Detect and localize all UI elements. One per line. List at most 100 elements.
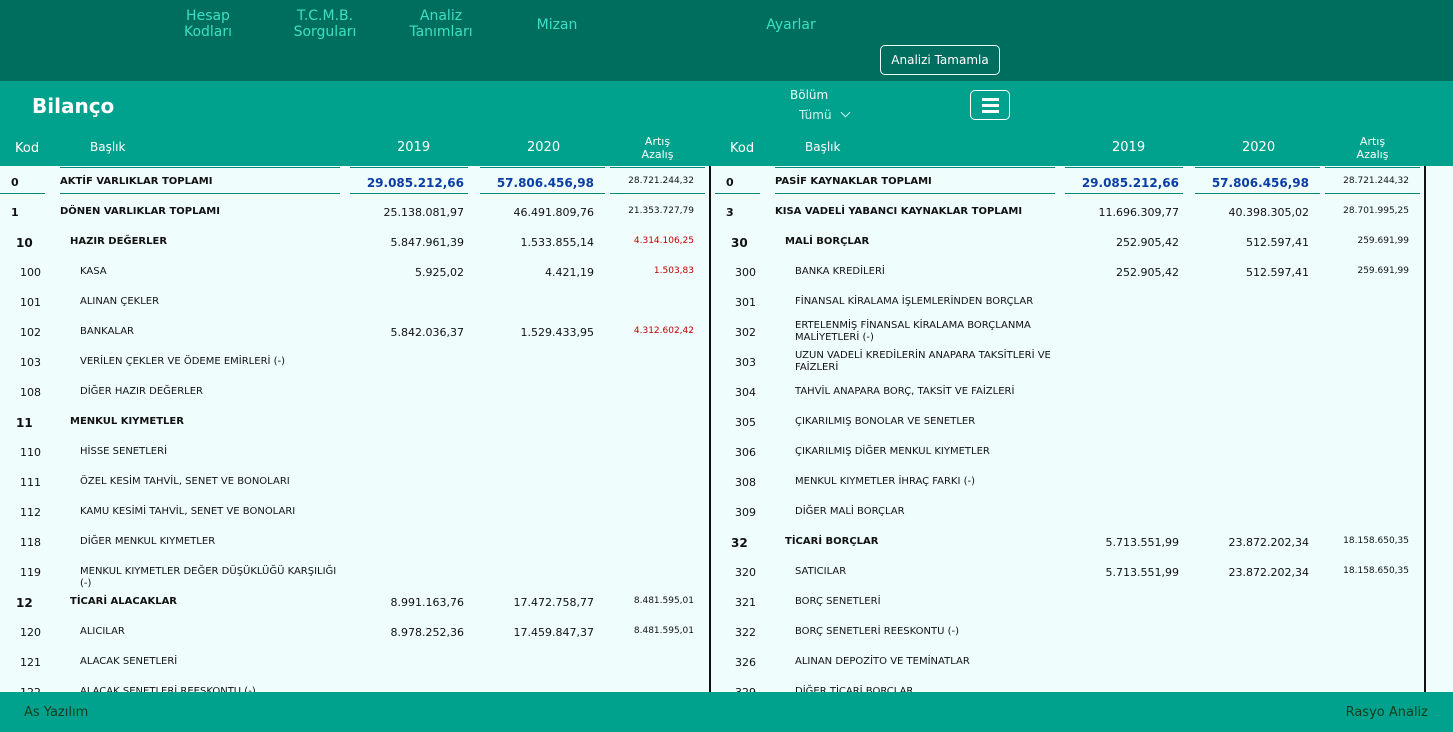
total-overline	[1065, 167, 1183, 168]
table-row[interactable]: 304 TAHVİL ANAPARA BORÇ, TAKSİT VE FAİZLE…	[715, 376, 1428, 406]
row-title: ALINAN DEPOZİTO VE TEMİNATLAR	[795, 656, 970, 667]
total-overline	[480, 167, 605, 168]
row-title: BORÇ SENETLERİ	[795, 596, 881, 607]
row-value-2020: 57.806.456,98	[496, 176, 594, 190]
hamburger-menu-icon[interactable]	[970, 90, 1010, 120]
row-code: 112	[20, 506, 41, 519]
total-code-underline	[715, 193, 760, 194]
table-row[interactable]: 103 VERİLEN ÇEKLER VE ÖDEME EMİRLERİ (-)	[0, 346, 713, 376]
row-value-2019: 25.138.081,97	[383, 206, 464, 219]
row-title: DİĞER MALİ BORÇLAR	[795, 506, 905, 517]
table-row[interactable]: 11 MENKUL KIYMETLER	[0, 406, 713, 436]
row-value-diff: 18.158.650,35	[1343, 536, 1409, 546]
table-row[interactable]: 118 DİĞER MENKUL KIYMETLER	[0, 526, 713, 556]
table-row[interactable]: 321 BORÇ SENETLERİ	[715, 586, 1428, 616]
table-row[interactable]: 329DİĞER TİCARİ BORÇLAR	[715, 676, 1428, 692]
table-row[interactable]: 326 ALINAN DEPOZİTO VE TEMİNATLAR	[715, 646, 1428, 676]
row-value-diff: 4.314.106,25	[633, 236, 694, 246]
row-value-diff: 4.312.602,42	[633, 326, 694, 336]
table-row[interactable]: 112 KAMU KESİMİ TAHVİL, SENET VE BONOLARI	[0, 496, 713, 526]
table-row[interactable]: 0 PASİF KAYNAKLAR TOPLAMI 29.085.212,66 57.…	[715, 166, 1428, 196]
row-value-2019: 11.696.309,77	[1098, 206, 1179, 219]
row-title: HAZIR DEĞERLER	[70, 236, 168, 247]
row-value-2019: 29.085.212,66	[366, 176, 464, 190]
row-code: 320	[735, 566, 756, 579]
row-value-diff: 259.691,99	[1357, 236, 1409, 246]
row-code: 100	[20, 266, 41, 279]
table-row[interactable]: 101 ALINAN ÇEKLER	[0, 286, 713, 316]
row-title: VERİLEN ÇEKLER VE ÖDEME EMİRLERİ (-)	[80, 356, 286, 367]
footer: As Yazılım Rasyo Analiz	[0, 692, 1453, 732]
total-underline	[1195, 193, 1320, 194]
table-row[interactable]: 12 TİCARİ ALACAKLAR 8.991.163,76 17.472.758…	[0, 586, 713, 616]
table-row[interactable]: 32 TİCARİ BORÇLAR 5.713.551,99 23.872.202,3…	[715, 526, 1428, 556]
row-value-2020: 57.806.456,98	[1211, 176, 1309, 190]
nav-mizan[interactable]: Mizan	[502, 17, 612, 33]
row-code: 10	[16, 236, 33, 250]
total-underline	[1325, 193, 1420, 194]
row-code: 12	[16, 596, 33, 610]
total-underline	[1065, 193, 1183, 194]
row-title: UZUN VADELİ KREDİLERİN ANAPARA TAKSİTLER…	[795, 350, 1051, 373]
table-row[interactable]: 3 KISA VADELİ YABANCI KAYNAKLAR TOPLAMI 11…	[715, 196, 1428, 226]
table-row[interactable]: 300 BANKA KREDİLERİ 252.905,42 512.597,41 25…	[715, 256, 1428, 286]
nav-ayarlar[interactable]: Ayarlar	[736, 17, 846, 33]
row-title: BORÇ SENETLERİ REESKONTU (-)	[795, 626, 960, 637]
header-artis-left: Artış Azalış	[641, 135, 674, 161]
table-row[interactable]: 102 BANKALAR 5.842.036,37 1.529.433,95 4.312…	[0, 316, 713, 346]
table-row[interactable]: 122ALACAK SENETLERİ REESKONTU (-)	[0, 676, 713, 692]
table-row[interactable]: 10 HAZIR DEĞERLER 5.847.961,39 1.533.855,14…	[0, 226, 713, 256]
row-title: BANKA KREDİLERİ	[795, 266, 885, 277]
row-code: 322	[735, 626, 756, 639]
section-select[interactable]: Tümü	[799, 107, 851, 122]
header-kod-right: Kod	[730, 141, 755, 156]
column-separator	[1424, 166, 1426, 692]
row-code: 304	[735, 386, 756, 399]
row-code: 120	[20, 626, 41, 639]
table-row[interactable]: 120 ALICILAR 8.978.252,36 17.459.847,37 8.48…	[0, 616, 713, 646]
complete-analysis-button[interactable]: Analizi Tamamla	[880, 45, 1000, 75]
row-code: 300	[735, 266, 756, 279]
table-row[interactable]: 302 ERTELENMİŞ FİNANSAL KİRALAMA BORÇLANM…	[715, 316, 1428, 346]
table-row[interactable]: 0 AKTİF VARLIKLAR TOPLAMI 29.085.212,66 57.…	[0, 166, 713, 196]
table-row[interactable]: 108 DİĞER HAZIR DEĞERLER	[0, 376, 713, 406]
table-row[interactable]: 308 MENKUL KIYMETLER İHRAÇ FARKI (-)	[715, 466, 1428, 496]
table-row[interactable]: 309 DİĞER MALİ BORÇLAR	[715, 496, 1428, 526]
row-code: 308	[735, 476, 756, 489]
row-title: ÖZEL KESİM TAHVİL, SENET VE BONOLARI	[80, 476, 290, 487]
row-title: ERTELENMİŞ FİNANSAL KİRALAMA BORÇLANMA M…	[795, 320, 1031, 343]
total-underline	[350, 193, 468, 194]
table-row[interactable]: 121 ALACAK SENETLERİ	[0, 646, 713, 676]
row-code: 305	[735, 416, 756, 429]
row-title: ÇIKARILMIŞ DİĞER MENKUL KIYMETLER	[795, 446, 990, 457]
row-value-diff: 28.721.244,32	[1343, 176, 1409, 186]
table-row[interactable]: 100 KASA 5.925,02 4.421,19 1.503,83	[0, 256, 713, 286]
total-underline	[610, 193, 705, 194]
row-title: ALACAK SENETLERİ	[80, 656, 178, 667]
title-bar: Bilanço Bölüm Tümü	[0, 81, 1453, 129]
table-row[interactable]: 111 ÖZEL KESİM TAHVİL, SENET VE BONOLARI	[0, 466, 713, 496]
row-title: MALİ BORÇLAR	[785, 236, 870, 247]
total-underline	[60, 193, 340, 194]
table-row[interactable]: 322 BORÇ SENETLERİ REESKONTU (-)	[715, 616, 1428, 646]
row-title: TAHVİL ANAPARA BORÇ, TAKSİT VE FAİZLERİ	[795, 386, 1015, 397]
total-code-underline	[0, 193, 45, 194]
nav-analiz-tanimlari[interactable]: Analiz Tanımları	[386, 8, 496, 40]
row-title: DİĞER HAZIR DEĞERLER	[80, 386, 204, 397]
table-row[interactable]: 30 MALİ BORÇLAR 252.905,42 512.597,41 259.69…	[715, 226, 1428, 256]
assets-table[interactable]: 0 AKTİF VARLIKLAR TOPLAMI 29.085.212,66 57.…	[0, 166, 713, 692]
nav-hesap-kodlari[interactable]: Hesap Kodları	[153, 8, 263, 40]
table-row[interactable]: 303 UZUN VADELİ KREDİLERİN ANAPARA TAKSİT…	[715, 346, 1428, 376]
row-title: DİĞER MENKUL KIYMETLER	[80, 536, 216, 547]
table-row[interactable]: 1 DÖNEN VARLIKLAR TOPLAMI 25.138.081,97 46.…	[0, 196, 713, 226]
liabilities-table[interactable]: 0 PASİF KAYNAKLAR TOPLAMI 29.085.212,66 57.…	[715, 166, 1453, 692]
table-row[interactable]: 301 FİNANSAL KİRALAMA İŞLEMLERİNDEN BORÇL…	[715, 286, 1428, 316]
table-row[interactable]: 305 ÇIKARILMIŞ BONOLAR VE SENETLER	[715, 406, 1428, 436]
table-row[interactable]: 306 ÇIKARILMIŞ DİĞER MENKUL KIYMETLER	[715, 436, 1428, 466]
table-row[interactable]: 320 SATICILAR 5.713.551,99 23.872.202,34 18.…	[715, 556, 1428, 586]
footer-ratio-analysis-link[interactable]: Rasyo Analiz	[1346, 705, 1428, 720]
row-title: DÖNEN VARLIKLAR TOPLAMI	[60, 206, 220, 217]
table-row[interactable]: 110 HİSSE SENETLERİ	[0, 436, 713, 466]
nav-tcmb-sorgulari[interactable]: T.C.M.B. Sorguları	[270, 8, 380, 40]
table-row[interactable]: 119 MENKUL KIYMETLER DEĞER DÜŞÜKLÜĞÜ KARŞ…	[0, 556, 713, 589]
